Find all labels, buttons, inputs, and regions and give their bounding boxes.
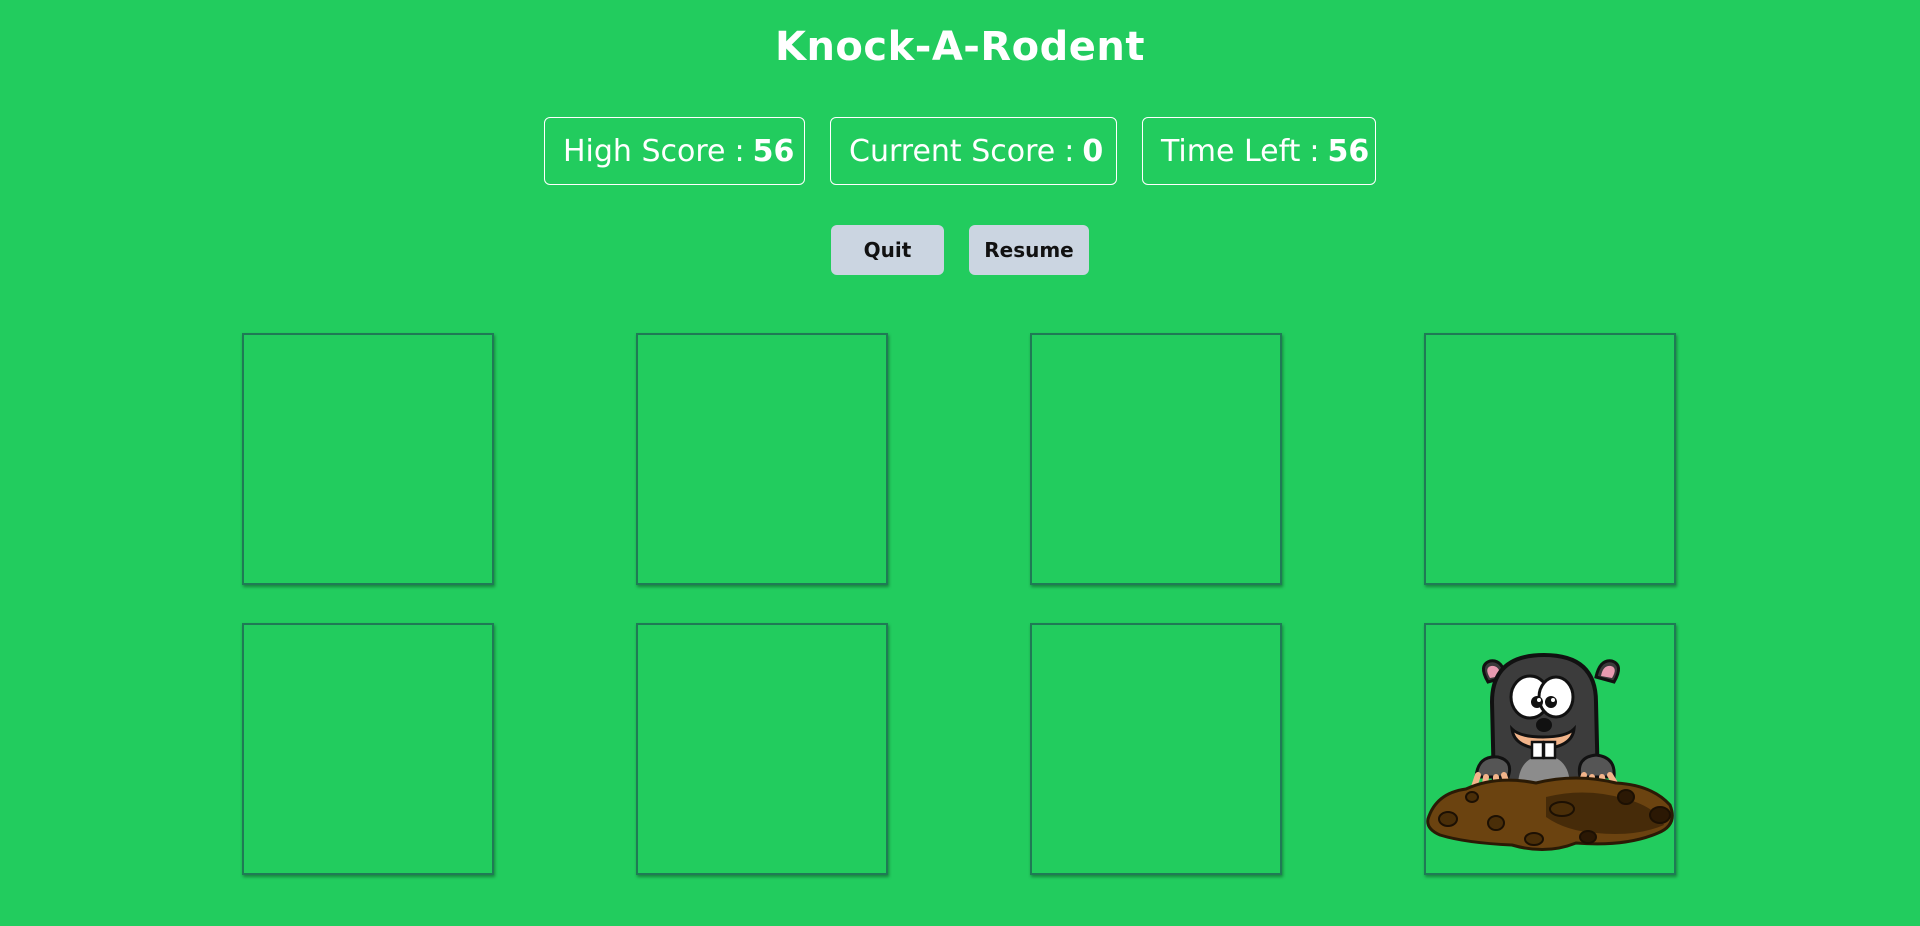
current-score-separator: :	[1064, 133, 1075, 169]
high-score-separator: :	[734, 133, 745, 169]
time-left-separator: :	[1309, 133, 1320, 169]
hole-5[interactable]	[242, 623, 494, 875]
hole-6[interactable]	[636, 623, 888, 875]
time-left-value: 56	[1327, 133, 1370, 169]
mole-icon[interactable]	[1426, 647, 1676, 853]
hole-2[interactable]	[636, 333, 888, 585]
hole-3[interactable]	[1030, 333, 1282, 585]
high-score-value: 56	[752, 133, 795, 169]
time-left-box: Time Left : 56	[1142, 117, 1376, 185]
current-score-box: Current Score : 0	[830, 117, 1117, 185]
dirt-mound	[1426, 776, 1674, 852]
game-title: Knock-A-Rodent	[774, 24, 1146, 70]
hole-1[interactable]	[242, 333, 494, 585]
hole-4[interactable]	[1424, 333, 1676, 585]
current-score-label: Current Score	[849, 133, 1056, 169]
high-score-box: High Score : 56	[544, 117, 805, 185]
high-score-label: High Score	[563, 133, 726, 169]
mole-grid	[242, 333, 1676, 875]
current-score-value: 0	[1082, 133, 1104, 169]
scoreboard: High Score : 56 Current Score : 0 Time L…	[0, 117, 1920, 185]
game-controls: Quit Resume	[0, 225, 1920, 275]
hole-7[interactable]	[1030, 623, 1282, 875]
hole-8[interactable]	[1424, 623, 1676, 875]
quit-button[interactable]: Quit	[831, 225, 944, 275]
resume-button[interactable]: Resume	[969, 225, 1089, 275]
mole-eyes	[1509, 674, 1575, 720]
time-left-label: Time Left	[1161, 133, 1301, 169]
